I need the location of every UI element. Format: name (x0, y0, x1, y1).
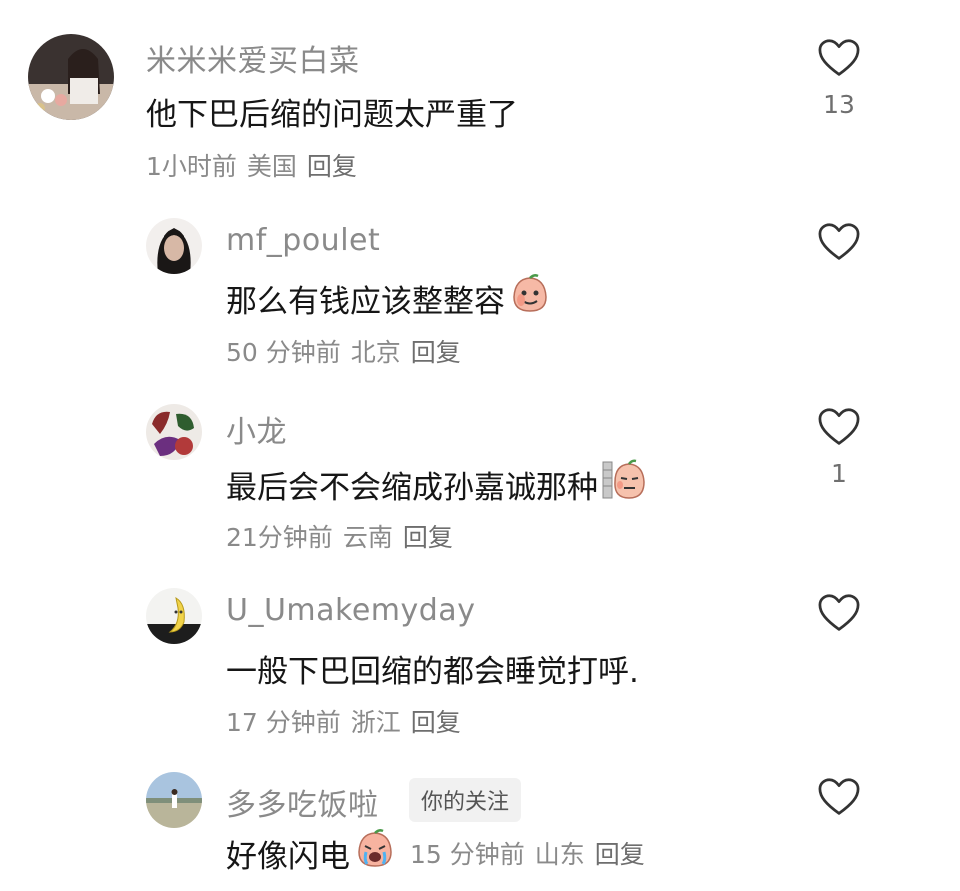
comment-item: U_Umakemyday 一般下巴回缩的都会睡觉打呼. 17 分钟前 浙江 回复 (0, 555, 960, 740)
timestamp: 1小时前 (146, 152, 237, 181)
peach-sticker-icon (354, 828, 396, 878)
comment-item: 米米米爱买白菜 他下巴后缩的问题太严重了 1小时前 美国 回复 13 (0, 0, 960, 185)
heart-outline-icon (818, 408, 860, 445)
comment-meta: 1小时前 美国 回复 (146, 147, 357, 183)
timestamp: 21分钟前 (226, 523, 333, 552)
comment-text: 好像闪电 15 分钟前 山东 回复 (226, 828, 645, 878)
following-badge: 你的关注 (409, 778, 522, 822)
location: 北京 (350, 338, 401, 367)
comment-text: 最后会不会缩成孙嘉诚那种 (226, 458, 646, 510)
like-button[interactable]: 13 (811, 38, 867, 119)
heart-outline-icon (818, 778, 860, 815)
username[interactable]: 米米米爱买白菜 (146, 36, 360, 80)
reply-button[interactable]: 回复 (411, 703, 461, 739)
comment-meta: 17 分钟前 浙江 回复 (226, 703, 461, 739)
avatar[interactable] (28, 34, 114, 120)
heart-outline-icon (818, 594, 860, 631)
username[interactable]: mf_poulet (226, 223, 380, 258)
comment-text-body: 好像闪电 (226, 838, 350, 875)
like-count: 13 (823, 90, 855, 119)
reply-button[interactable]: 回复 (411, 333, 461, 369)
reply-button[interactable]: 回复 (403, 518, 453, 554)
comment-text-body: 最后会不会缩成孙嘉诚那种 (226, 469, 598, 506)
peach-sticker-icon (602, 458, 646, 510)
comment-item: mf_poulet 那么有钱应该整整容 50 分钟前 北京 回复 (0, 185, 960, 370)
like-button[interactable] (811, 593, 867, 633)
heart-outline-icon (818, 223, 860, 260)
comment-text-body: 他下巴后缩的问题太严重了 (146, 97, 518, 133)
peach-sticker-icon (509, 273, 551, 323)
comment-item: 多多吃饭啦 你的关注 好像闪电 15 分钟前 山东 回复 (0, 740, 960, 891)
comment-meta: 50 分钟前 北京 回复 (226, 333, 461, 369)
username[interactable]: U_Umakemyday (226, 593, 475, 628)
comment-meta: 15 分钟前 山东 回复 (410, 835, 645, 871)
heart-outline-icon (818, 39, 860, 76)
location: 山东 (534, 840, 585, 869)
comment-text: 那么有钱应该整整容 (226, 273, 551, 323)
like-count: 1 (831, 459, 847, 488)
timestamp: 15 分钟前 (410, 840, 525, 869)
like-button[interactable] (811, 222, 867, 262)
avatar[interactable] (146, 772, 202, 828)
comment-text-body: 一般下巴回缩的都会睡觉打呼. (226, 654, 639, 690)
location: 浙江 (350, 708, 401, 737)
location: 美国 (246, 152, 297, 181)
avatar[interactable] (146, 404, 202, 460)
location: 云南 (342, 523, 393, 552)
comment-meta: 21分钟前 云南 回复 (226, 518, 453, 554)
like-button[interactable]: 1 (811, 407, 867, 488)
like-button[interactable] (811, 777, 867, 817)
comment-text: 他下巴后缩的问题太严重了 (146, 89, 518, 134)
comment-item: 小龙 最后会不会缩成孙嘉诚那种 21分钟前 云南 回复 1 (0, 370, 960, 555)
username[interactable]: 多多吃饭啦 (226, 780, 379, 824)
comment-text: 一般下巴回缩的都会睡觉打呼. (226, 646, 639, 691)
username[interactable]: 小龙 (226, 407, 287, 451)
timestamp: 17 分钟前 (226, 708, 341, 737)
comment-text-body: 那么有钱应该整整容 (226, 283, 505, 320)
avatar[interactable] (146, 588, 202, 644)
timestamp: 50 分钟前 (226, 338, 341, 367)
avatar[interactable] (146, 218, 202, 274)
reply-button[interactable]: 回复 (595, 835, 645, 871)
reply-button[interactable]: 回复 (307, 147, 357, 183)
